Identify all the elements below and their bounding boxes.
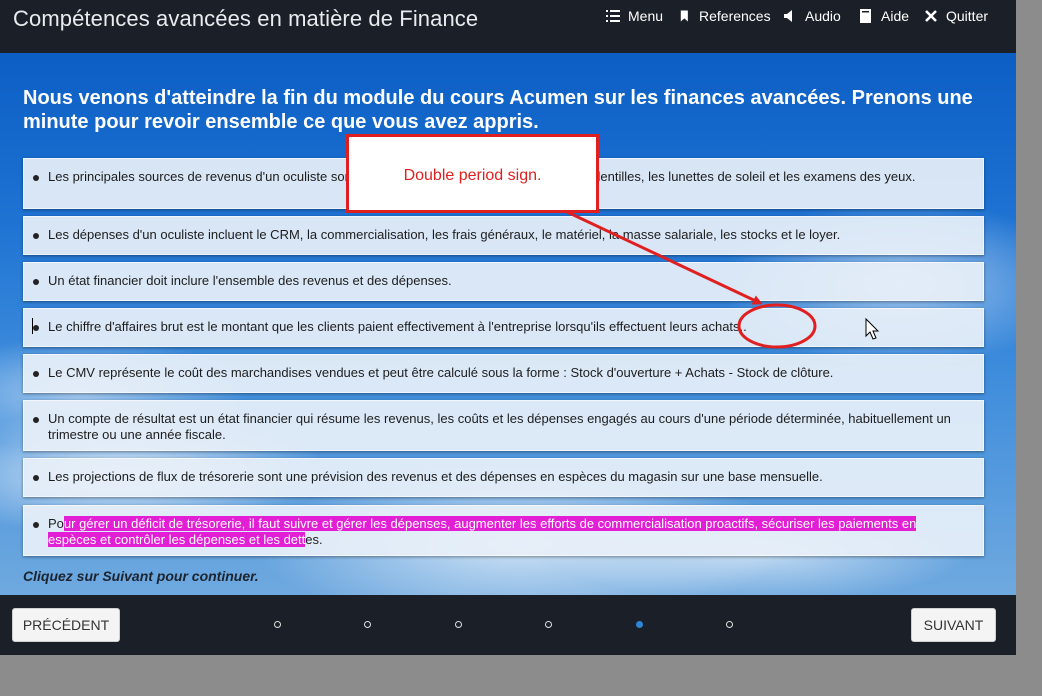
text-after-selection: es. bbox=[305, 532, 323, 547]
bullet-icon bbox=[33, 475, 39, 481]
summary-item-text: Le CMV représente le coût des marchandis… bbox=[48, 365, 834, 380]
bullet-icon bbox=[33, 417, 39, 423]
previous-button[interactable]: PRÉCÉDENT bbox=[12, 608, 120, 642]
page-dot-current[interactable] bbox=[636, 621, 643, 628]
bottom-bar: PRÉCÉDENT SUIVANT bbox=[0, 595, 1016, 655]
nav-aide[interactable]: Aide bbox=[859, 8, 909, 24]
bullet-icon bbox=[33, 325, 39, 331]
summary-item: Les projections de flux de trésorerie so… bbox=[23, 458, 984, 497]
top-bar: Compétences avancées en matière de Finan… bbox=[0, 0, 1016, 53]
summary-item: Un état financier doit inclure l'ensembl… bbox=[23, 262, 984, 301]
nav-aide-label: Aide bbox=[881, 8, 910, 24]
bullet-icon bbox=[33, 279, 39, 285]
player-frame: Compétences avancées en matière de Finan… bbox=[0, 0, 1016, 655]
annotation-callout: Double period sign. bbox=[346, 134, 599, 213]
page-dot[interactable] bbox=[455, 621, 462, 628]
continue-instruction: Cliquez sur Suivant pour continuer. bbox=[23, 568, 259, 584]
speaker-icon bbox=[784, 10, 792, 22]
nav-quitter-label: Quitter bbox=[946, 8, 989, 24]
nav-audio-label: Audio bbox=[805, 8, 841, 24]
bullet-icon bbox=[33, 175, 39, 181]
summary-item: Un compte de résultat est un état financ… bbox=[23, 400, 984, 451]
selected-text-highlight: ur gérer un déficit de trésorerie, il fa… bbox=[48, 516, 917, 547]
bullet-icon bbox=[33, 233, 39, 239]
book-icon bbox=[860, 9, 871, 23]
summary-item: Le chiffre d'affaires brut est le montan… bbox=[23, 308, 984, 347]
summary-item-text: Un état financier doit inclure l'ensembl… bbox=[48, 273, 452, 288]
summary-item-text: Le chiffre d'affaires brut est le montan… bbox=[48, 319, 747, 334]
nav-quitter[interactable]: Quitter bbox=[924, 8, 988, 24]
nav-menu[interactable]: Menu bbox=[606, 8, 663, 24]
page-dot[interactable] bbox=[274, 621, 281, 628]
close-icon bbox=[925, 10, 937, 22]
annotation-callout-text: Double period sign. bbox=[403, 167, 542, 184]
nav-references-label: References bbox=[699, 8, 771, 24]
bullet-icon bbox=[33, 522, 39, 528]
course-title: Compétences avancées en matière de Finan… bbox=[13, 6, 479, 31]
next-button[interactable]: SUIVANT bbox=[911, 608, 996, 642]
summary-item-text-selected: Pour gérer un déficit de trésorerie, il … bbox=[48, 516, 961, 548]
summary-item-text: Les dépenses d'un oculiste incluent le C… bbox=[48, 227, 841, 242]
bullet-icon bbox=[33, 371, 39, 377]
slide-heading: Nous venons d'atteindre la fin du module… bbox=[23, 87, 973, 133]
bookmark-icon bbox=[680, 10, 688, 22]
summary-item: Pour gérer un déficit de trésorerie, il … bbox=[23, 505, 984, 556]
page-dot[interactable] bbox=[545, 621, 552, 628]
summary-item: Les dépenses d'un oculiste incluent le C… bbox=[23, 216, 984, 255]
text-before-selection: Po bbox=[48, 516, 64, 531]
menu-icon bbox=[606, 10, 620, 22]
nav-references[interactable]: References bbox=[680, 8, 771, 24]
page-dot[interactable] bbox=[364, 621, 371, 628]
page-dot[interactable] bbox=[726, 621, 733, 628]
nav-audio[interactable]: Audio bbox=[783, 8, 841, 24]
summary-item-text: Les projections de flux de trésorerie so… bbox=[48, 469, 823, 484]
summary-item: Le CMV représente le coût des marchandis… bbox=[23, 354, 984, 393]
nav-menu-label: Menu bbox=[628, 8, 664, 24]
summary-item-text: Un compte de résultat est un état financ… bbox=[48, 411, 951, 442]
